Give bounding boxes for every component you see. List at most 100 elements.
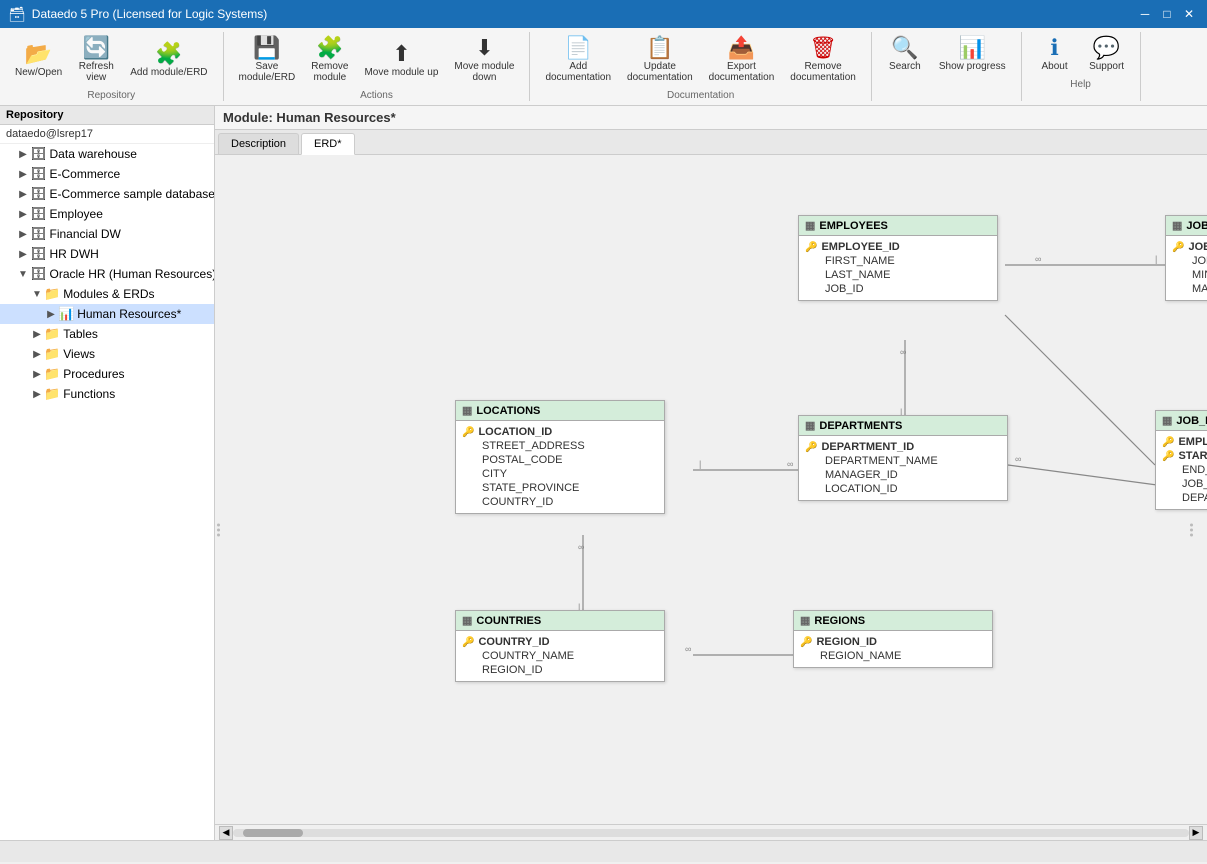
erd-field: LAST_NAME	[805, 268, 991, 282]
refresh-icon: 🔄	[83, 37, 110, 59]
about-button[interactable]: ℹ About	[1030, 32, 1080, 77]
toolbar-group-search: 🔍 Search 📊 Show progress	[872, 32, 1022, 101]
refresh-view-button[interactable]: 🔄 Refreshview	[71, 32, 121, 88]
table-icon: ▦	[800, 614, 810, 627]
svg-text:|: |	[1155, 254, 1157, 264]
update-documentation-button[interactable]: 📋 Updatedocumentation	[620, 32, 700, 88]
expand-icon: ▶	[16, 209, 30, 220]
arrow-up-icon: ⬆	[392, 43, 410, 65]
maximize-button[interactable]: □	[1157, 4, 1177, 24]
erd-table-countries-header: ▦ COUNTRIES	[456, 611, 664, 631]
grip-dot	[1190, 524, 1193, 527]
sidebar-item-financial-dw[interactable]: ▶ 🗄 Financial DW	[0, 224, 214, 244]
toolbar-groups: 📂 New/Open 🔄 Refreshview 🧩 Add module/ER…	[0, 32, 1207, 101]
remove-doc-icon: 🗑	[809, 37, 837, 59]
scroll-thumb[interactable]	[243, 829, 303, 837]
db-icon: 🗄	[30, 246, 47, 262]
sidebar-item-label: Data warehouse	[50, 147, 137, 161]
svg-text:∞: ∞	[787, 459, 793, 469]
erd-icon: 📊	[58, 306, 74, 322]
titlebar: 🗃 Dataedo 5 Pro (Licensed for Logic Syst…	[0, 0, 1207, 28]
horizontal-scrollbar[interactable]: ◀ ▶	[215, 824, 1207, 840]
sidebar-item-hr-dwh[interactable]: ▶ 🗄 HR DWH	[0, 244, 214, 264]
erd-table-job-history[interactable]: ▦ JOB_HISTORY 🔑 EMPLOYEE_ID 🔑 START_DATE	[1155, 410, 1207, 510]
table-icon: ▦	[805, 219, 815, 232]
sidebar-item-functions[interactable]: ▶ 📁 Functions	[0, 384, 214, 404]
erd-inner: ∞ | ∞ | ∞ ∞ |	[215, 155, 1195, 824]
sidebar-item-data-warehouse[interactable]: ▶ 🗄 Data warehouse	[0, 144, 214, 164]
show-progress-button[interactable]: 📊 Show progress	[932, 32, 1013, 77]
sidebar-user: dataedo@lsrep17	[0, 125, 214, 144]
close-button[interactable]: ✕	[1179, 4, 1199, 24]
erd-table-countries[interactable]: ▦ COUNTRIES 🔑 COUNTRY_ID COUNTRY_NAME	[455, 610, 665, 682]
sidebar-item-label: Functions	[63, 387, 115, 401]
erd-table-locations[interactable]: ▦ LOCATIONS 🔑 LOCATION_ID STREET_ADDRESS	[455, 400, 665, 514]
erd-table-jobs[interactable]: ▦ JOBS 🔑 JOB_ID JOB_TITLE	[1165, 215, 1207, 301]
erd-table-departments[interactable]: ▦ DEPARTMENTS 🔑 DEPARTMENT_ID DEPARTMENT…	[798, 415, 1008, 501]
table-icon: ▦	[1162, 414, 1172, 427]
erd-table-employees[interactable]: ▦ EMPLOYEES 🔑 EMPLOYEE_ID FIRST_NAME	[798, 215, 998, 301]
remove-documentation-button[interactable]: 🗑 Removedocumentation	[783, 32, 863, 88]
export-documentation-button[interactable]: 📤 Exportdocumentation	[702, 32, 782, 88]
erd-field: FIRST_NAME	[805, 254, 991, 268]
app-logo: 🗃	[8, 6, 26, 23]
main-layout: Repository dataedo@lsrep17 ▶ 🗄 Data ware…	[0, 106, 1207, 840]
sidebar-item-modules-erds[interactable]: ▼ 📁 Modules & ERDs	[0, 284, 214, 304]
move-module-up-button[interactable]: ⬆ Move module up	[357, 38, 445, 83]
support-button[interactable]: 💬 Support	[1082, 32, 1132, 77]
sidebar-item-oracle-hr[interactable]: ▼ 🗄 Oracle HR (Human Resources)	[0, 264, 214, 284]
key-icon: 🔑	[805, 442, 817, 453]
expand-icon: ▶	[44, 309, 58, 320]
erd-canvas[interactable]: ∞ | ∞ | ∞ ∞ |	[215, 155, 1207, 824]
add-module-icon: 🧩	[155, 43, 182, 65]
erd-field: MIN_SALARY	[1172, 268, 1207, 282]
expand-icon: ▶	[30, 389, 44, 400]
tab-description[interactable]: Description	[218, 133, 299, 154]
locations-table-title: LOCATIONS	[476, 405, 540, 417]
key-icon: 🔑	[805, 242, 817, 253]
sidebar-item-ecommerce[interactable]: ▶ 🗄 E-Commerce	[0, 164, 214, 184]
erd-field: 🔑 COUNTRY_ID	[462, 635, 658, 649]
sidebar-item-label: E-Commerce sample database	[50, 187, 214, 201]
expand-icon: ▶	[16, 189, 30, 200]
scroll-track[interactable]	[233, 829, 1189, 837]
grip-dot	[1190, 529, 1193, 532]
update-doc-icon: 📋	[646, 37, 673, 59]
new-open-button[interactable]: 📂 New/Open	[8, 38, 69, 83]
sidebar-item-procedures[interactable]: ▶ 📁 Procedures	[0, 364, 214, 384]
scroll-right-button[interactable]: ▶	[1189, 826, 1203, 840]
erd-table-jobs-body: 🔑 JOB_ID JOB_TITLE MIN_SALARY	[1166, 236, 1207, 300]
expand-icon: ▼	[30, 289, 44, 300]
sidebar-item-employee[interactable]: ▶ 🗄 Employee	[0, 204, 214, 224]
window-controls: ─ □ ✕	[1135, 4, 1199, 24]
sidebar-item-ecommerce-sample[interactable]: ▶ 🗄 E-Commerce sample database	[0, 184, 214, 204]
erd-table-regions[interactable]: ▦ REGIONS 🔑 REGION_ID REGION_NAME	[793, 610, 993, 668]
erd-field: 🔑 EMPLOYEE_ID	[805, 240, 991, 254]
svg-text:∞: ∞	[685, 644, 691, 654]
erd-table-regions-body: 🔑 REGION_ID REGION_NAME	[794, 631, 992, 667]
sidebar-item-tables[interactable]: ▶ 📁 Tables	[0, 324, 214, 344]
search-button[interactable]: 🔍 Search	[880, 32, 930, 77]
erd-field: END_DATE	[1162, 463, 1207, 477]
move-module-down-button[interactable]: ⬇ Move moduledown	[447, 32, 521, 88]
progress-icon: 📊	[959, 37, 986, 59]
chat-icon: 💬	[1093, 37, 1120, 59]
sidebar-item-human-resources[interactable]: ▶ 📊 Human Resources*	[0, 304, 214, 324]
expand-icon: ▶	[16, 149, 30, 160]
erd-field: REGION_ID	[462, 663, 658, 677]
erd-table-job-history-body: 🔑 EMPLOYEE_ID 🔑 START_DATE END_DATE	[1156, 431, 1207, 509]
sidebar-item-views[interactable]: ▶ 📁 Views	[0, 344, 214, 364]
remove-module-button[interactable]: 🧩 Removemodule	[304, 32, 355, 88]
export-doc-icon: 📤	[728, 37, 755, 59]
scroll-left-button[interactable]: ◀	[219, 826, 233, 840]
folder-open-icon: 📂	[25, 43, 52, 65]
erd-table-locations-body: 🔑 LOCATION_ID STREET_ADDRESS POSTAL_CODE	[456, 421, 664, 513]
minimize-button[interactable]: ─	[1135, 4, 1155, 24]
save-module-button[interactable]: 💾 Savemodule/ERD	[232, 32, 303, 88]
add-documentation-button[interactable]: 📄 Adddocumentation	[538, 32, 618, 88]
key-icon: 🔑	[1162, 437, 1174, 448]
erd-field: DEPARTMENT_ID	[1162, 491, 1207, 505]
content-area: Module: Human Resources* Description ERD…	[215, 106, 1207, 840]
add-module-button[interactable]: 🧩 Add module/ERD	[123, 38, 214, 83]
tab-erd[interactable]: ERD*	[301, 133, 355, 155]
